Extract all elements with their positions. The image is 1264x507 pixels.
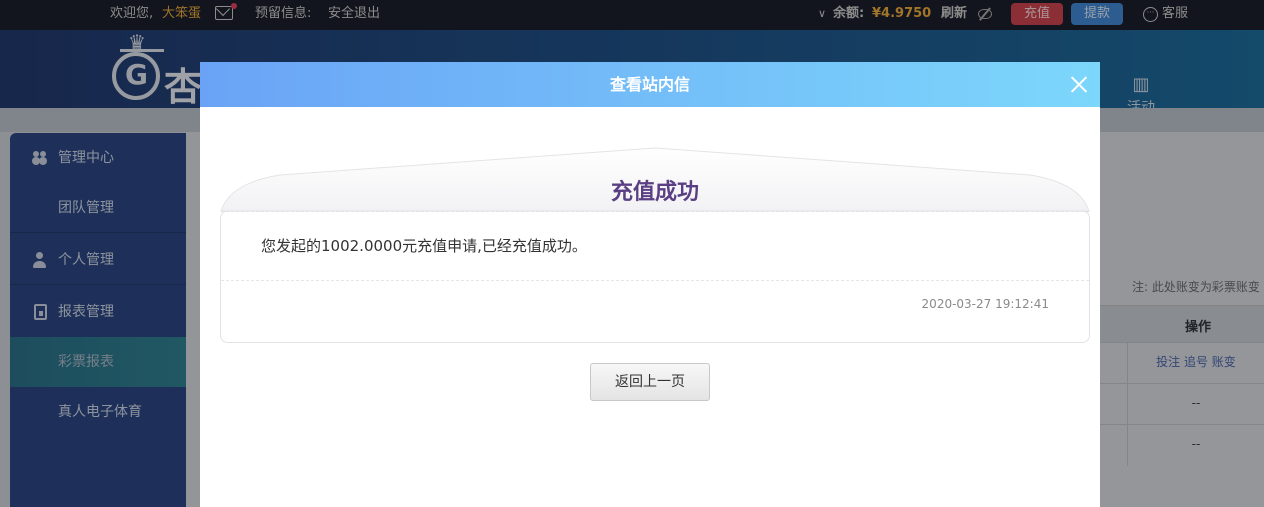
- message-modal: 查看站内信 充值成功 您发起的1002.0000元充值申请,已经充值成功。 20…: [200, 62, 1100, 507]
- message-timestamp: 2020-03-27 19:12:41: [921, 297, 1049, 311]
- modal-title: 查看站内信: [609, 75, 690, 94]
- message-title: 充值成功: [610, 180, 699, 205]
- back-button[interactable]: 返回上一页: [590, 363, 710, 401]
- message-body: 您发起的1002.0000元充值申请,已经充值成功。: [261, 237, 587, 255]
- close-icon[interactable]: [1068, 73, 1090, 95]
- modal-header: 查看站内信: [200, 62, 1100, 107]
